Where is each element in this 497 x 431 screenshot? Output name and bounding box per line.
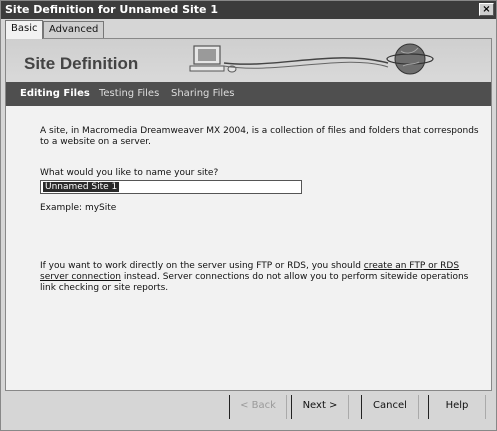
ftp-line-1: If you want to work directly on the serv…: [40, 261, 460, 271]
next-button[interactable]: Next >: [291, 395, 349, 419]
help-button[interactable]: Help: [428, 395, 486, 419]
intro-line-1: A site, in Macromedia Dreamweaver MX 200…: [40, 126, 479, 136]
nav-editing-files[interactable]: Editing Files: [20, 88, 90, 99]
nav-sharing-files[interactable]: Sharing Files: [171, 88, 235, 99]
banner: Site Definition: [6, 39, 491, 83]
close-icon[interactable]: ×: [479, 3, 494, 16]
tab-advanced[interactable]: Advanced: [43, 21, 105, 38]
server-connection-link[interactable]: server connection: [40, 272, 121, 282]
cancel-button[interactable]: Cancel: [361, 395, 419, 419]
computer-icon: [189, 45, 237, 73]
site-name-input[interactable]: Unnamed Site 1: [40, 180, 302, 194]
ftp-line-2: server connection instead. Server connec…: [40, 272, 469, 282]
banner-title: Site Definition: [24, 54, 139, 73]
ftp-line-3: link checking or site reports.: [40, 283, 169, 293]
server-connection-link-part1[interactable]: create an FTP or RDS: [364, 261, 459, 271]
window-title: Site Definition for Unnamed Site 1: [5, 3, 218, 16]
intro-line-2: to a website on a server.: [40, 137, 151, 147]
intro-text: A site, in Macromedia Dreamweaver MX 200…: [40, 126, 480, 148]
button-row: < Back Next > Cancel Help: [1, 395, 496, 419]
site-definition-dialog: Site Definition for Unnamed Site 1 × Bas…: [0, 0, 497, 431]
banner-illustration: [189, 43, 434, 75]
title-bar: Site Definition for Unnamed Site 1 ×: [1, 1, 496, 19]
site-name-label: What would you like to name your site?: [40, 168, 219, 178]
basic-panel: Site Definition Editing Files Testing Fi…: [5, 38, 492, 391]
section-nav: Editing Files Testing Files Sharing File…: [6, 82, 491, 106]
back-button[interactable]: < Back: [229, 395, 287, 419]
site-name-value: Unnamed Site 1: [43, 182, 120, 192]
example-text: Example: mySite: [40, 203, 117, 213]
tab-basic[interactable]: Basic: [5, 20, 44, 39]
ftp-note: If you want to work directly on the serv…: [40, 261, 480, 294]
globe-icon: [386, 43, 434, 75]
nav-testing-files[interactable]: Testing Files: [99, 88, 159, 99]
